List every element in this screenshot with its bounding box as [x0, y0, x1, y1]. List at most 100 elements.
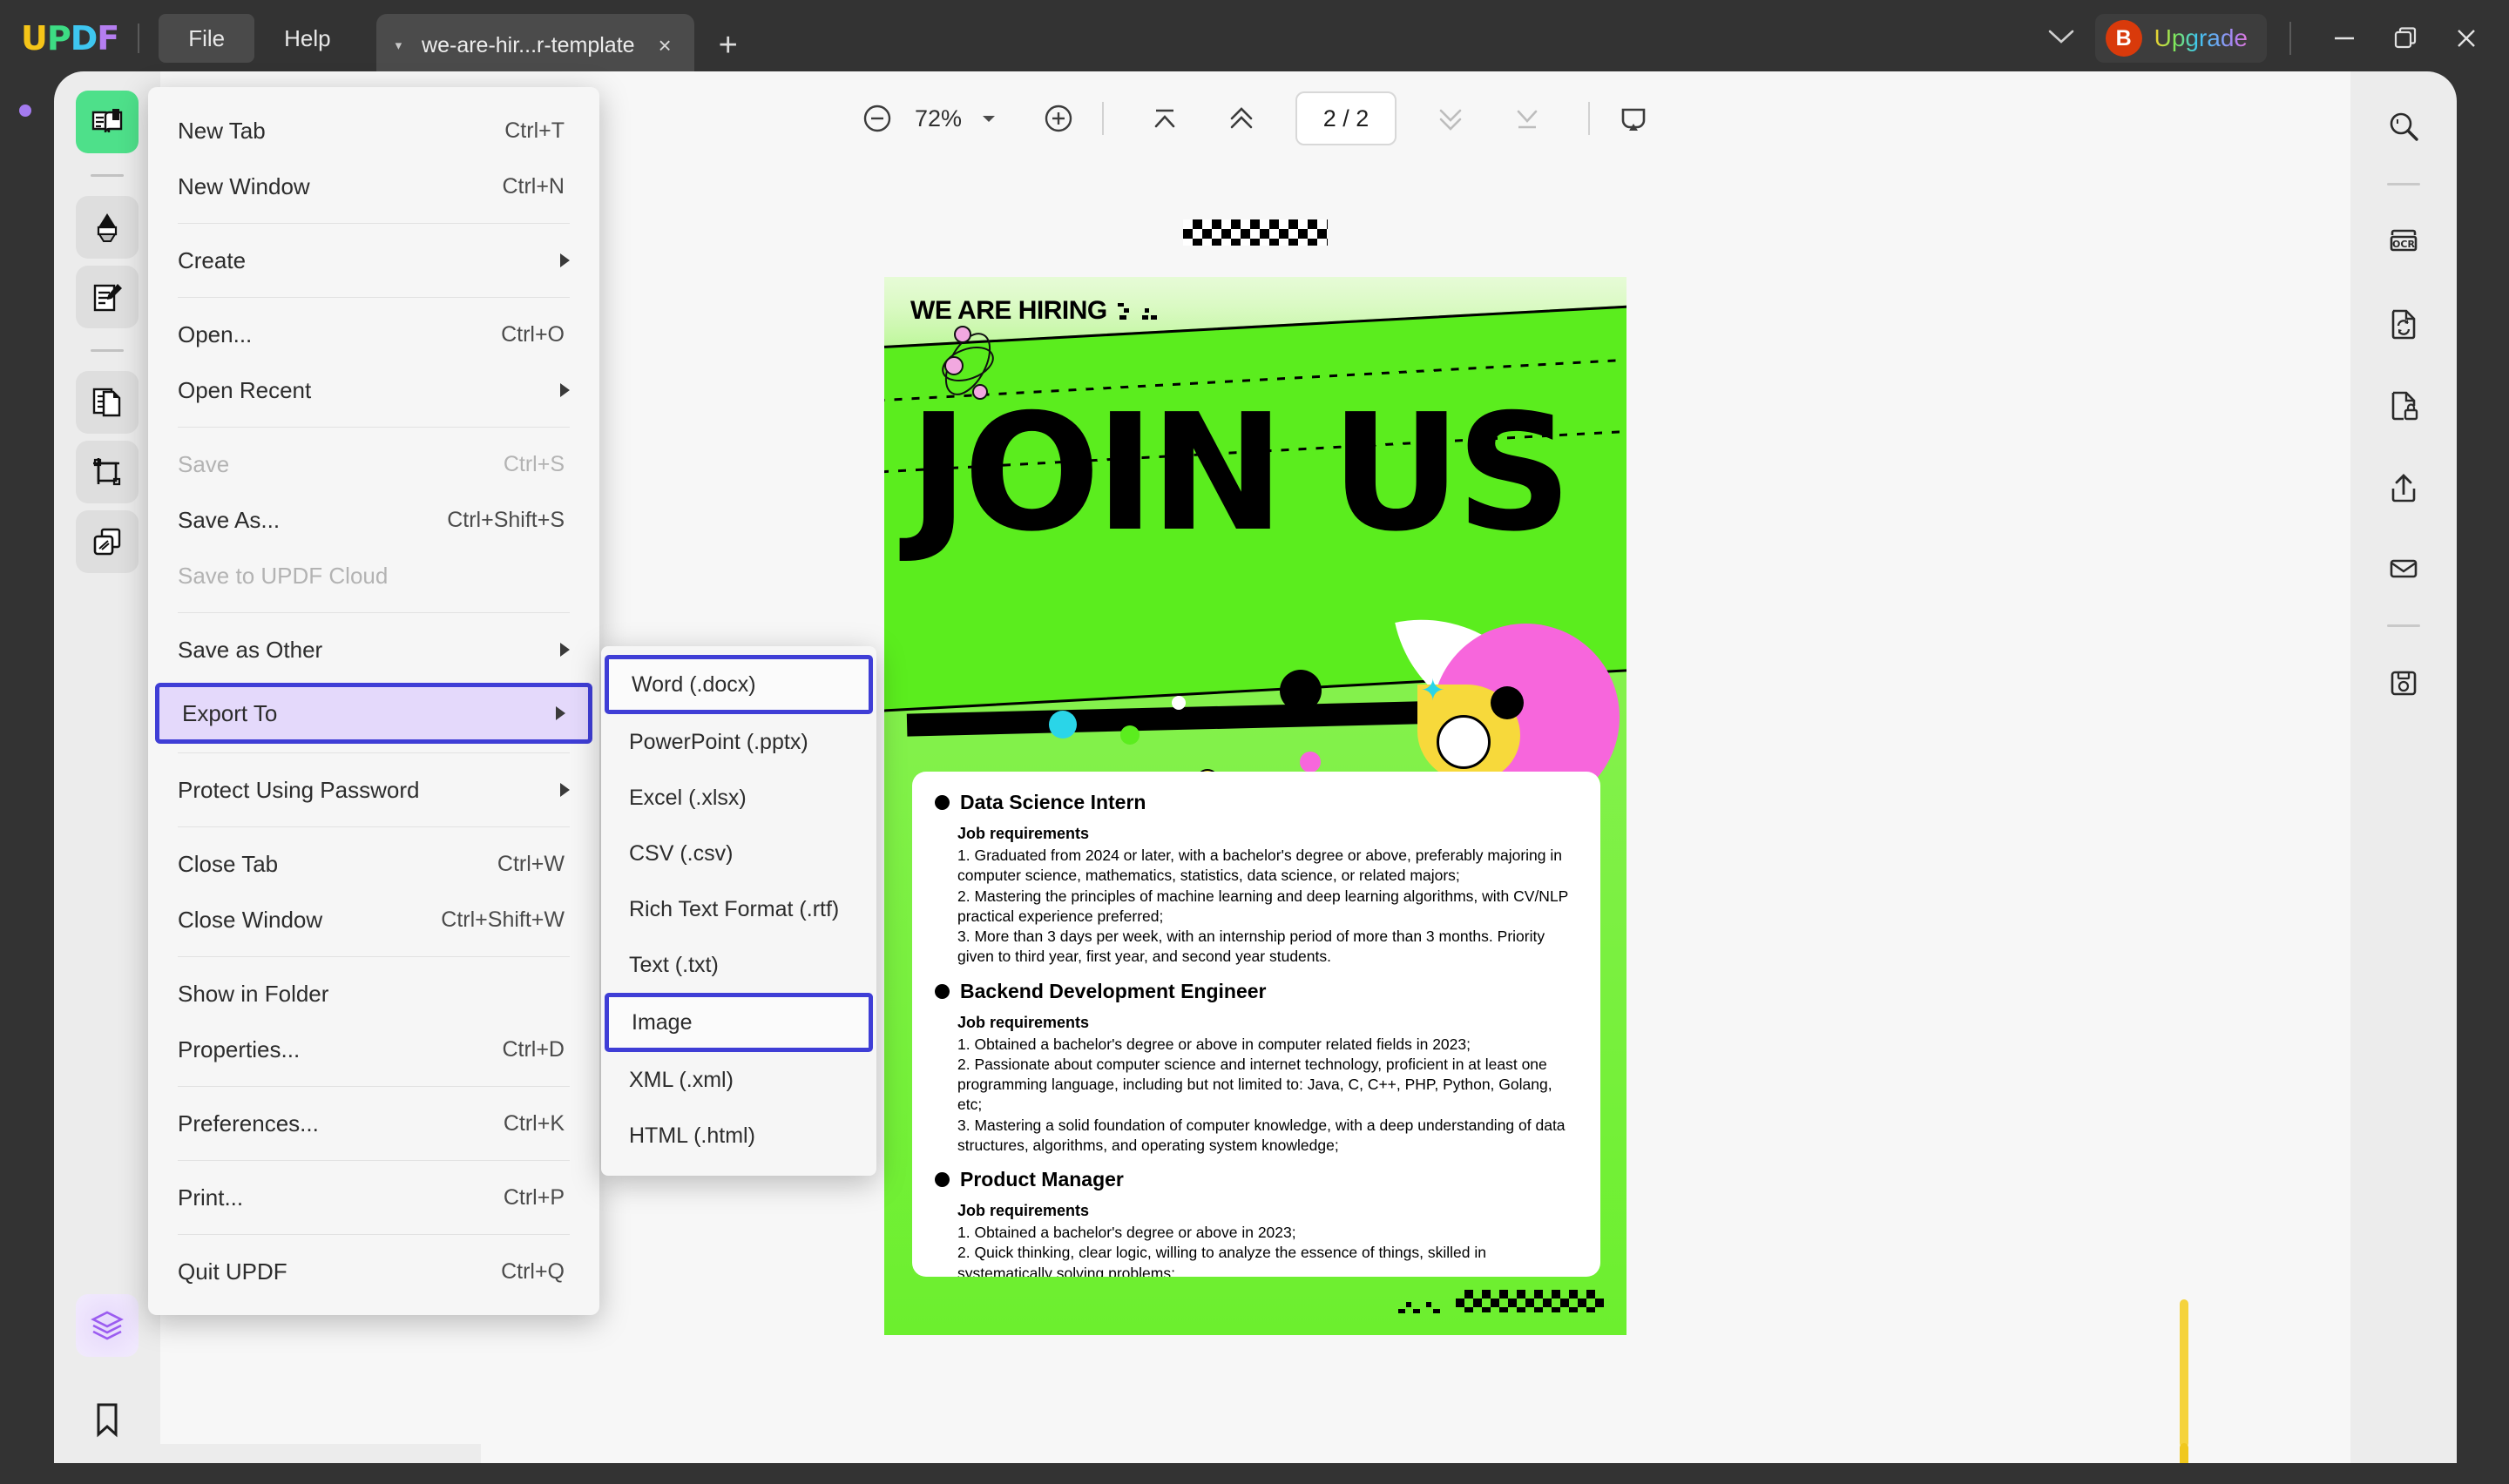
menu-separator	[178, 752, 570, 753]
new-tab-button[interactable]: +	[719, 27, 738, 64]
convert-document-icon[interactable]	[2372, 297, 2435, 349]
ocr-icon[interactable]: OCR	[2372, 215, 2435, 267]
checker-pattern-decoration	[1456, 1290, 1604, 1312]
upgrade-button[interactable]: B Upgrade	[2094, 14, 2267, 63]
menu-separator	[178, 223, 570, 224]
small-white-dot-decoration	[1172, 696, 1186, 710]
menu-item-label: New Tab	[178, 117, 266, 144]
sidebar-item-layers[interactable]	[76, 1294, 139, 1357]
menu-item-print[interactable]: Print... Ctrl+P	[148, 1170, 599, 1225]
job-title: Data Science Intern	[960, 791, 1146, 813]
menu-item-shortcut: Ctrl+W	[497, 851, 565, 876]
status-dot	[19, 105, 31, 117]
tab-dropdown-caret-icon[interactable]: ▾	[396, 37, 402, 53]
upgrade-label: Upgrade	[2154, 24, 2248, 51]
vertical-scrollbar-thumb[interactable]	[2180, 1299, 2188, 1447]
arrow-decoration-icon	[1397, 1292, 1447, 1314]
page-indicator[interactable]: 2 / 2	[1295, 91, 1397, 145]
document-tab[interactable]: ▾ we-are-hir...r-template ×	[375, 14, 694, 77]
star-decoration-icon: ✦	[1420, 674, 1446, 707]
file-dropdown-menu: New Tab Ctrl+T New Window Ctrl+N Create …	[148, 87, 599, 1315]
envelope-icon[interactable]	[2372, 543, 2435, 595]
menu-item-open[interactable]: Open... Ctrl+O	[148, 307, 599, 362]
magenta-dot-decoration	[1300, 752, 1321, 772]
menu-separator	[178, 1234, 570, 1235]
submenu-item-text[interactable]: Text (.txt)	[601, 937, 876, 993]
poster-headline: JOIN US	[909, 379, 1572, 567]
submenu-item-image[interactable]: Image	[605, 993, 873, 1052]
sidebar-item-bookmarks[interactable]	[76, 1388, 139, 1451]
submenu-arrow-icon	[560, 783, 570, 797]
submenu-item-xml[interactable]: XML (.xml)	[601, 1052, 876, 1108]
minimize-button[interactable]	[2314, 8, 2375, 69]
poster-eyebrow-text: WE ARE HIRING	[910, 296, 1107, 325]
help-menu-button[interactable]: Help	[254, 14, 360, 63]
menu-item-label: Protect Using Password	[178, 776, 420, 803]
menu-item-new-window[interactable]: New Window Ctrl+N	[148, 159, 599, 214]
menu-item-protect-using-password[interactable]: Protect Using Password	[148, 762, 599, 818]
submenu-item-csv[interactable]: CSV (.csv)	[601, 826, 876, 881]
menu-item-label: Save	[178, 450, 230, 477]
floppy-save-icon[interactable]	[2372, 657, 2435, 709]
menu-item-show-in-folder[interactable]: Show in Folder	[148, 966, 599, 1022]
document-lock-icon[interactable]	[2372, 379, 2435, 431]
submenu-item-html[interactable]: HTML (.html)	[601, 1108, 876, 1164]
sidebar-item-edit-pdf[interactable]	[76, 266, 139, 328]
menu-item-close-tab[interactable]: Close Tab Ctrl+W	[148, 836, 599, 892]
menu-item-label: New Window	[178, 172, 310, 199]
zoom-dropdown-caret-icon[interactable]	[978, 108, 999, 129]
titlebar-divider	[138, 24, 140, 53]
menu-item-export-to[interactable]: Export To	[155, 683, 592, 744]
menu-item-create[interactable]: Create	[148, 233, 599, 288]
menu-item-open-recent[interactable]: Open Recent	[148, 362, 599, 418]
sidebar-item-crop[interactable]	[76, 441, 139, 503]
presentation-mode-icon[interactable]	[1613, 98, 1654, 139]
upgrade-badge-icon: B	[2105, 20, 2142, 57]
menu-item-label: Save as Other	[178, 636, 323, 663]
search-icon[interactable]	[2372, 101, 2435, 153]
next-page-icon[interactable]	[1412, 99, 1489, 138]
menu-item-properties[interactable]: Properties... Ctrl+D	[148, 1022, 599, 1077]
menu-item-label: Show in Folder	[178, 980, 329, 1007]
submenu-arrow-icon	[560, 643, 570, 657]
menu-item-shortcut: Ctrl+N	[502, 173, 565, 199]
close-window-button[interactable]	[2436, 8, 2497, 69]
tab-title: we-are-hir...r-template	[422, 32, 635, 57]
requirement-line: 1. Obtained a bachelor's degree or above…	[957, 1224, 1296, 1242]
previous-page-icon[interactable]	[1203, 99, 1280, 138]
sidebar-item-page-tools[interactable]	[76, 371, 139, 434]
submenu-item-word[interactable]: Word (.docx)	[605, 655, 873, 714]
zoom-level-value[interactable]: 72%	[898, 105, 978, 132]
first-page-icon[interactable]	[1126, 99, 1203, 138]
left-panel-bottom-items	[54, 1294, 160, 1458]
share-upload-icon[interactable]	[2372, 461, 2435, 513]
chevron-down-icon[interactable]	[2027, 25, 2095, 52]
poster-eyebrow: WE ARE HIRING	[910, 296, 1161, 326]
submenu-item-powerpoint[interactable]: PowerPoint (.pptx)	[601, 714, 876, 770]
menu-separator	[178, 826, 570, 827]
menu-item-save-as-other[interactable]: Save as Other	[148, 622, 599, 678]
job-title-row: Product Manager	[935, 1168, 1578, 1191]
sidebar-item-reader[interactable]	[76, 91, 139, 153]
menu-item-label: Close Window	[178, 906, 323, 933]
last-page-icon[interactable]	[1489, 99, 1566, 138]
submenu-item-excel[interactable]: Excel (.xlsx)	[601, 770, 876, 826]
requirement-line: 3. More than 3 days per week, with an in…	[957, 928, 1545, 966]
tab-close-icon[interactable]: ×	[658, 32, 671, 59]
menu-item-preferences[interactable]: Preferences... Ctrl+K	[148, 1096, 599, 1151]
zoom-in-icon[interactable]	[1038, 98, 1079, 139]
black-circle-decoration	[1280, 670, 1322, 712]
menu-item-close-window[interactable]: Close Window Ctrl+Shift+W	[148, 892, 599, 948]
sidebar-item-annotate-highlight[interactable]	[76, 196, 139, 259]
menu-item-quit-updf[interactable]: Quit UPDF Ctrl+Q	[148, 1244, 599, 1299]
menu-item-shortcut: Ctrl+P	[503, 1184, 565, 1210]
maximize-restore-button[interactable]	[2375, 8, 2436, 69]
zoom-out-icon[interactable]	[856, 98, 898, 139]
submenu-item-rich-text-format[interactable]: Rich Text Format (.rtf)	[601, 881, 876, 937]
bullet-icon	[935, 983, 950, 999]
job-title: Backend Development Engineer	[960, 979, 1267, 1002]
sidebar-item-organize-pages[interactable]	[76, 510, 139, 573]
menu-item-save-as[interactable]: Save As... Ctrl+Shift+S	[148, 492, 599, 548]
menu-item-new-tab[interactable]: New Tab Ctrl+T	[148, 103, 599, 159]
file-menu-button[interactable]: File	[159, 14, 255, 63]
